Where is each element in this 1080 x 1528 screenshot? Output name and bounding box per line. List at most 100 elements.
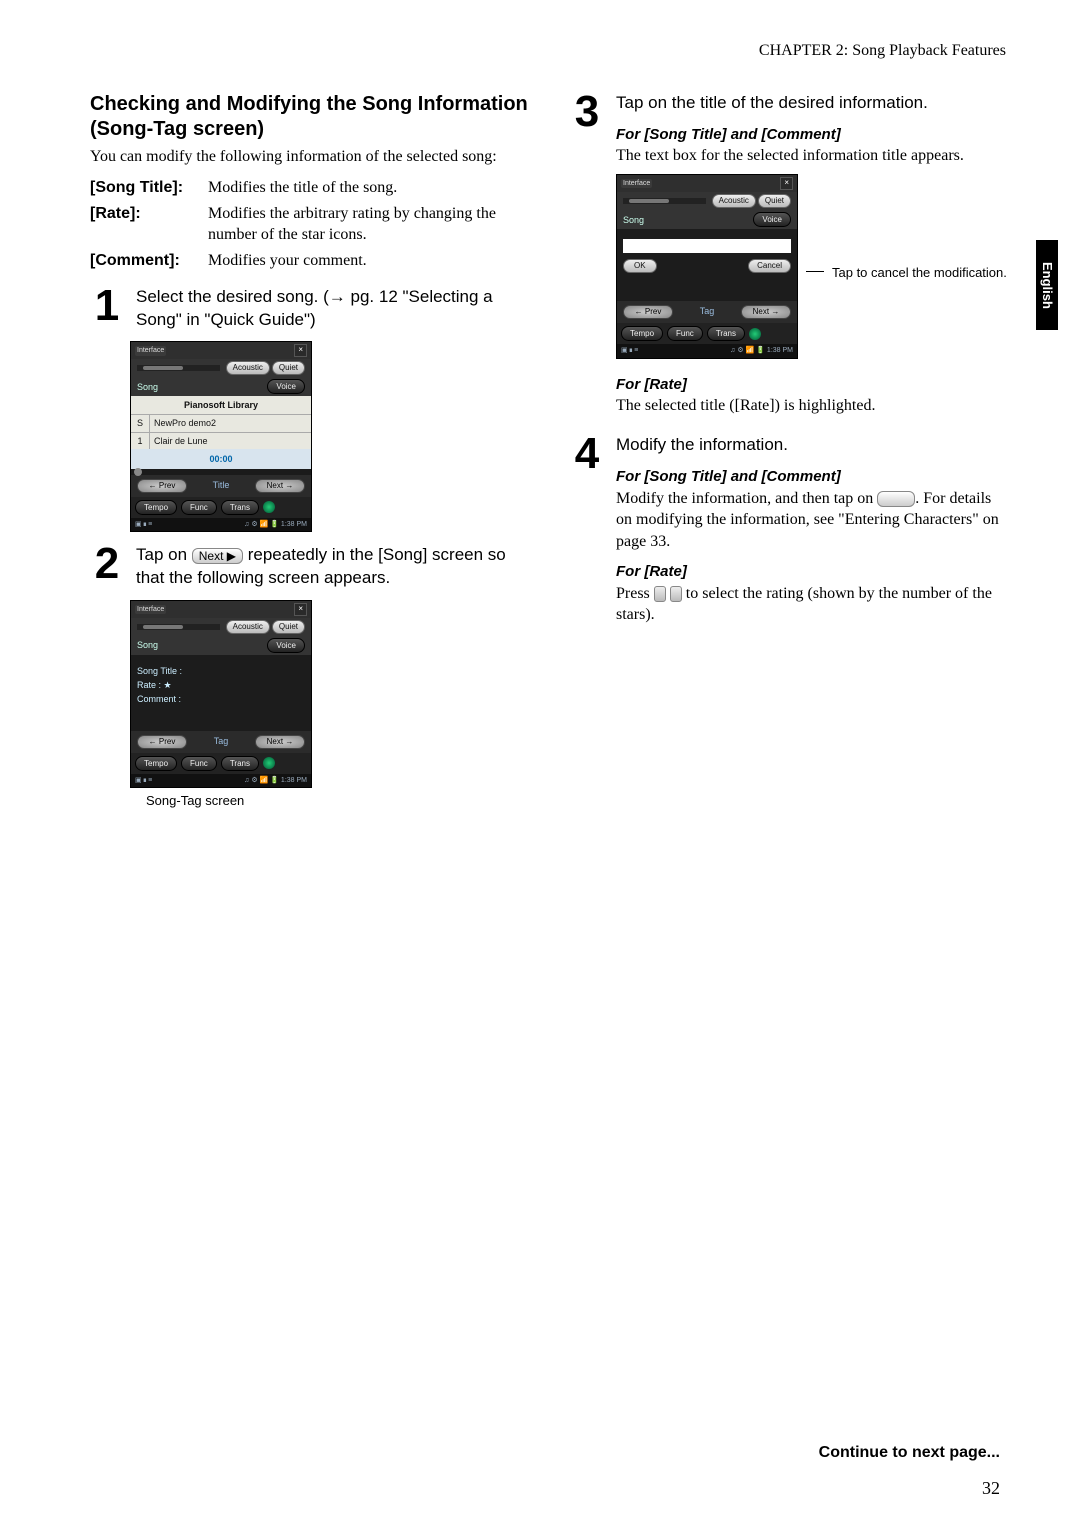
volume-slider[interactable] xyxy=(137,624,220,630)
sub-for-rate: For [Rate] xyxy=(616,375,1010,395)
tempo-button[interactable]: Tempo xyxy=(621,326,663,341)
list-item[interactable]: S NewPro demo2 xyxy=(131,414,311,431)
tag-song-title[interactable]: Song Title : xyxy=(137,665,305,677)
acoustic-button[interactable]: Acoustic xyxy=(712,194,756,208)
quiet-button[interactable]: Quiet xyxy=(272,620,305,634)
volume-slider[interactable] xyxy=(623,198,706,204)
prev-button[interactable]: ← Prev xyxy=(137,479,187,493)
lcd-title: Interface xyxy=(135,605,166,614)
section-title: Checking and Modifying the Song Informat… xyxy=(90,92,530,142)
lcd-title: Interface xyxy=(621,179,652,188)
ok-button[interactable]: OK xyxy=(623,259,657,273)
lcd-title: Interface xyxy=(135,346,166,355)
status-right: ♫ ⚙ 📶 🔋 1:38 PM xyxy=(730,346,793,355)
sub4-a: Press xyxy=(616,585,654,602)
page-number: 32 xyxy=(982,1476,1000,1500)
play-indicator-icon xyxy=(263,757,275,769)
func-button[interactable]: Func xyxy=(667,326,703,341)
desc-comment: Modifies your comment. xyxy=(208,250,530,272)
func-button[interactable]: Func xyxy=(181,756,217,771)
list-label: NewPro demo2 xyxy=(150,415,311,431)
list-idx: S xyxy=(131,415,150,431)
screenshot-song-tag: Interface × Acoustic Quiet Song Voice So… xyxy=(130,600,530,788)
callout-cancel: Tap to cancel the modification. xyxy=(832,264,1007,282)
cancel-button[interactable]: Cancel xyxy=(748,259,791,273)
close-icon[interactable]: × xyxy=(294,603,307,616)
sub3-a: Modify the information, and then tap on xyxy=(616,490,877,507)
acoustic-button[interactable]: Acoustic xyxy=(226,620,270,634)
intro-text: You can modify the following information… xyxy=(90,146,530,168)
close-icon[interactable]: × xyxy=(294,344,307,357)
step-1-a: Select the desired song. ( xyxy=(136,287,329,306)
play-indicator-icon xyxy=(749,328,761,340)
step-2: 2 Tap on Next ▶ repeatedly in the [Song]… xyxy=(90,544,530,590)
term-comment: [Comment]: xyxy=(90,250,200,272)
prev-button[interactable]: ← Prev xyxy=(137,735,187,749)
voice-tab[interactable]: Voice xyxy=(753,212,791,227)
nav-mid-label: Title xyxy=(213,479,230,493)
definition-list: [Song Title]: Modifies the title of the … xyxy=(90,177,530,271)
nav-mid-label: Tag xyxy=(214,735,229,749)
step-3: 3 Tap on the title of the desired inform… xyxy=(570,92,1010,417)
sub1-body: The text box for the selected informatio… xyxy=(616,145,1010,167)
close-icon[interactable]: × xyxy=(780,177,793,190)
progress-bar[interactable] xyxy=(131,469,311,475)
desc-rate: Modifies the arbitrary rating by changin… xyxy=(208,203,530,246)
blank-key-icon xyxy=(877,491,915,507)
tag-comment[interactable]: Comment : xyxy=(137,693,305,705)
sub-for-title-comment: For [Song Title] and [Comment] xyxy=(616,125,1010,145)
step-4-text: Modify the information. xyxy=(616,434,1010,457)
prev-button[interactable]: ← Prev xyxy=(623,305,673,319)
sub-for-rate-2: For [Rate] xyxy=(616,562,1010,582)
sub-for-title-comment-2: For [Song Title] and [Comment] xyxy=(616,467,1010,487)
right-key-icon xyxy=(670,586,682,602)
step-number: 3 xyxy=(570,92,604,132)
list-header: Pianosoft Library xyxy=(131,396,311,414)
next-button[interactable]: Next → xyxy=(255,735,305,749)
chapter-header: CHAPTER 2: Song Playback Features xyxy=(90,40,1010,62)
step-number: 1 xyxy=(90,286,124,326)
status-icons: ▣∎≡ xyxy=(621,346,639,355)
voice-tab[interactable]: Voice xyxy=(267,638,305,653)
next-key-icon: Next ▶ xyxy=(192,548,243,564)
status-icons: ▣∎≡ xyxy=(135,520,153,529)
step-2-text: Tap on Next ▶ repeatedly in the [Song] s… xyxy=(136,544,530,590)
left-key-icon xyxy=(654,586,666,602)
next-button[interactable]: Next → xyxy=(255,479,305,493)
step-1: 1 Select the desired song. (→ pg. 12 "Se… xyxy=(90,286,530,332)
next-button[interactable]: Next → xyxy=(741,305,791,319)
edit-textbox[interactable] xyxy=(623,239,791,253)
play-indicator-icon xyxy=(263,501,275,513)
tempo-button[interactable]: Tempo xyxy=(135,756,177,771)
step-2-a: Tap on xyxy=(136,545,192,564)
trans-button[interactable]: Trans xyxy=(221,500,259,515)
arrow-icon: → xyxy=(329,287,346,306)
voice-tab[interactable]: Voice xyxy=(267,379,305,394)
term-rate: [Rate]: xyxy=(90,203,200,246)
left-column: Checking and Modifying the Song Informat… xyxy=(90,92,530,810)
func-button[interactable]: Func xyxy=(181,500,217,515)
song-tab[interactable]: Song xyxy=(137,639,158,651)
step-number: 4 xyxy=(570,434,604,474)
list-item[interactable]: 1 Clair de Lune xyxy=(131,432,311,449)
list-idx: 1 xyxy=(131,433,150,449)
step-3-text: Tap on the title of the desired informat… xyxy=(616,92,1010,115)
step-1-text: Select the desired song. (→ pg. 12 "Sele… xyxy=(136,286,530,332)
status-right: ♫ ⚙ 📶 🔋 1:38 PM xyxy=(244,776,307,785)
tag-rate[interactable]: Rate : ★ xyxy=(137,679,305,691)
song-tab[interactable]: Song xyxy=(623,214,644,226)
quiet-button[interactable]: Quiet xyxy=(758,194,791,208)
nav-mid-label: Tag xyxy=(700,305,715,319)
acoustic-button[interactable]: Acoustic xyxy=(226,361,270,375)
sub3-body: Modify the information, and then tap on … xyxy=(616,488,1010,553)
tempo-button[interactable]: Tempo xyxy=(135,500,177,515)
volume-slider[interactable] xyxy=(137,365,220,371)
trans-button[interactable]: Trans xyxy=(221,756,259,771)
status-icons: ▣∎≡ xyxy=(135,776,153,785)
sub2-body: The selected title ([Rate]) is highlight… xyxy=(616,395,1010,417)
trans-button[interactable]: Trans xyxy=(707,326,745,341)
quiet-button[interactable]: Quiet xyxy=(272,361,305,375)
continue-label: Continue to next page... xyxy=(819,1442,1000,1464)
step-number: 2 xyxy=(90,544,124,584)
song-tab[interactable]: Song xyxy=(137,381,158,393)
